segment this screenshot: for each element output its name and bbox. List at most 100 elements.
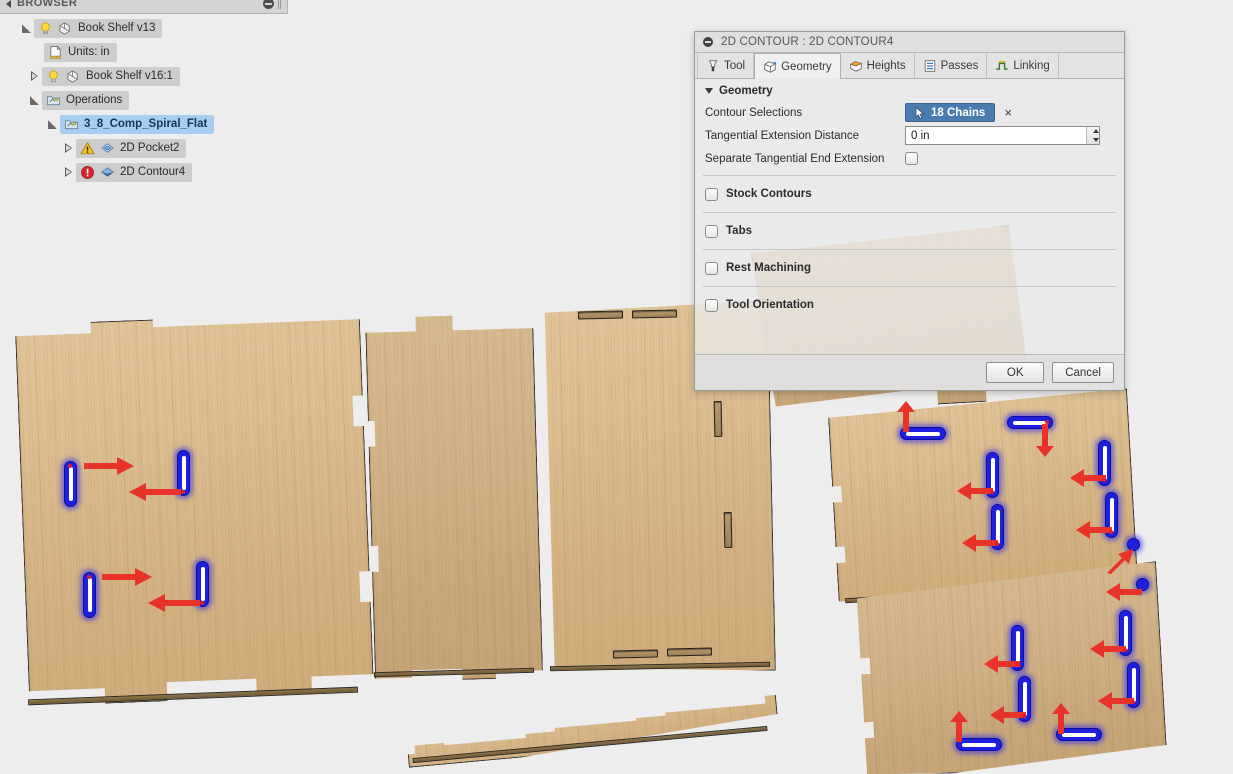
ok-button[interactable]: OK	[986, 362, 1045, 383]
direction-arrow	[949, 710, 971, 742]
tree-item-3-8-comp-spiral-flat[interactable]: 3_8_Comp_Spiral_Flat	[60, 114, 215, 134]
rest-machining-label: Rest Machining	[726, 262, 811, 274]
expander-closed-icon[interactable]	[60, 143, 76, 153]
tool-orientation-checkbox[interactable]	[705, 298, 718, 312]
rest-machining-checkbox[interactable]	[705, 261, 718, 275]
browser-title: BROWSER	[17, 0, 78, 9]
lightbulb-icon	[41, 21, 50, 34]
expander-open-icon[interactable]	[26, 95, 42, 105]
tabs-section[interactable]: Tabs	[695, 218, 1124, 244]
panel-left-large-edge	[28, 686, 358, 706]
direction-arrow	[1096, 690, 1134, 712]
cancel-button[interactable]: Cancel	[1052, 362, 1114, 383]
panel-grip-handle[interactable]	[278, 0, 281, 9]
tab-linking[interactable]: Linking	[987, 53, 1059, 78]
direction-arrow	[84, 455, 136, 477]
rest-machining-section[interactable]: Rest Machining	[695, 255, 1124, 281]
dialog-titlebar[interactable]: 2D CONTOUR : 2D CONTOUR4	[695, 32, 1124, 53]
minus-circle-icon[interactable]	[703, 37, 713, 47]
chain-point	[181, 490, 185, 494]
tool-orientation-section[interactable]: Tool Orientation	[695, 292, 1124, 318]
tree-item-label: Book Shelf v16:1	[86, 69, 173, 82]
tab-tool[interactable]: Tool	[697, 53, 755, 78]
tab-heights[interactable]: Heights	[841, 53, 915, 78]
warning-triangle-icon	[80, 141, 95, 154]
chain-point	[87, 575, 91, 579]
tree-item-book-shelf-v16[interactable]: Book Shelf v16:1	[42, 66, 180, 86]
stock-contours-section[interactable]: Stock Contours	[695, 181, 1124, 207]
tree-item-book-shelf-v13[interactable]: Book Shelf v13	[34, 18, 163, 38]
tangential-extension-row: Tangential Extension Distance 0 in	[695, 124, 1124, 147]
direction-arrow	[1051, 702, 1073, 734]
direction-arrow	[1104, 581, 1142, 603]
divider	[703, 249, 1116, 250]
tree-item-label: Operations	[66, 93, 123, 106]
chain-point	[68, 464, 72, 468]
divider	[703, 175, 1116, 176]
mortise-slot	[666, 647, 713, 657]
cursor-arrow-icon	[915, 106, 925, 119]
mortise-slot	[612, 649, 659, 659]
lightbulb-icon	[49, 69, 58, 82]
tree-item-operations[interactable]: Operations	[42, 90, 130, 110]
tabs-checkbox[interactable]	[705, 224, 718, 238]
linking-icon	[996, 60, 1009, 70]
expander-open-icon[interactable]	[44, 119, 60, 129]
expander-closed-icon[interactable]	[26, 71, 42, 81]
direction-arrow	[1035, 424, 1057, 458]
tab-passes[interactable]: Passes	[915, 53, 988, 78]
expander-open-icon[interactable]	[18, 23, 34, 33]
browser-tree[interactable]: Book Shelf v13 Units: in Book Shelf v16:…	[0, 14, 300, 186]
dialog-footer: OK Cancel	[695, 354, 1124, 390]
contour-selections-button[interactable]: 18 Chains	[905, 103, 996, 122]
stepper-up-icon[interactable]	[1092, 129, 1099, 134]
panel-left-large[interactable]	[15, 312, 374, 707]
caret-down-icon[interactable]	[705, 88, 713, 94]
tree-row[interactable]: Units: in	[0, 42, 300, 62]
tab-geometry[interactable]: Geometry	[754, 53, 841, 79]
stock-contours-checkbox[interactable]	[705, 187, 718, 201]
separate-tangential-row: Separate Tangential End Extension	[695, 147, 1124, 170]
contour-selections-label: Contour Selections	[705, 106, 803, 119]
geometry-icon	[764, 60, 777, 73]
minus-circle-icon[interactable]	[263, 0, 274, 9]
tree-item-2d-pocket2[interactable]: 2D Pocket2	[76, 138, 187, 158]
dialog-tabs[interactable]: Tool Geometry Heights Passes Linking	[695, 53, 1124, 79]
tree-row[interactable]: 2D Contour4	[0, 162, 300, 182]
clear-selection-icon[interactable]: ×	[1004, 106, 1012, 119]
chain-point	[1015, 662, 1019, 666]
tangential-extension-label: Tangential Extension Distance	[705, 129, 860, 142]
tab-label: Tool	[724, 59, 746, 72]
component-body-icon	[67, 69, 78, 83]
geometry-section-header[interactable]: Geometry	[695, 79, 1124, 101]
tree-row[interactable]: 2D Pocket2	[0, 138, 300, 158]
error-circle-icon	[81, 165, 94, 179]
tool-icon	[708, 59, 718, 71]
tree-item-units[interactable]: Units: in	[44, 42, 117, 62]
chain-point	[990, 490, 994, 494]
tangential-extension-input[interactable]: 0 in	[905, 126, 1100, 145]
triangle-left-icon[interactable]	[6, 0, 11, 8]
separate-tangential-label: Separate Tangential End Extension	[705, 152, 885, 165]
tab-label: Passes	[940, 59, 979, 72]
mortise-slot	[713, 400, 723, 438]
stepper-control[interactable]	[1086, 127, 1099, 144]
direction-arrow	[127, 481, 181, 503]
tree-row[interactable]: Book Shelf v13	[0, 18, 300, 38]
tree-item-2d-contour4[interactable]: 2D Contour4	[76, 162, 193, 182]
panel-mid-left[interactable]	[365, 310, 543, 683]
tree-row[interactable]: 3_8_Comp_Spiral_Flat	[0, 114, 300, 134]
tree-row[interactable]: Book Shelf v16:1	[0, 66, 300, 86]
tool-orientation-label: Tool Orientation	[726, 299, 814, 311]
stepper-down-icon[interactable]	[1092, 137, 1099, 142]
direction-arrow	[102, 566, 154, 588]
tree-row[interactable]: Operations	[0, 90, 300, 110]
heights-icon	[849, 60, 862, 72]
direction-arrow	[955, 480, 993, 502]
separate-tangential-checkbox[interactable]	[905, 152, 918, 165]
expander-closed-icon[interactable]	[60, 167, 76, 177]
chain-point	[1123, 648, 1127, 652]
2d-contour-dialog[interactable]: 2D CONTOUR : 2D CONTOUR4 Tool Geometry H…	[694, 31, 1125, 391]
chain-point	[1045, 420, 1049, 424]
direction-arrow	[1068, 467, 1106, 489]
